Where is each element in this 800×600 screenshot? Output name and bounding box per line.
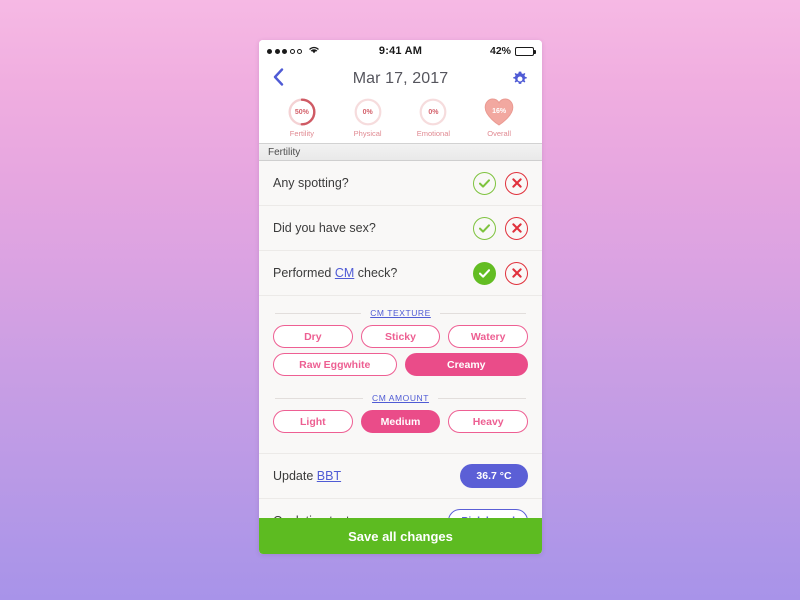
bbt-value-button[interactable]: 36.7 °C xyxy=(460,464,528,488)
value-row-bbt: Update BBT 36.7 °C xyxy=(259,453,542,498)
close-icon xyxy=(511,178,522,188)
cm-texture-option-dry[interactable]: Dry xyxy=(273,325,353,348)
cm-texture-option-raw-eggwhite[interactable]: Raw Eggwhite xyxy=(273,353,397,376)
answer-no-button[interactable] xyxy=(505,171,528,195)
question-label-suffix: check? xyxy=(354,266,398,280)
question-row-sex: Did you have sex? xyxy=(259,206,542,251)
stat-value: 0% xyxy=(362,108,373,116)
cm-texture-option-sticky[interactable]: Sticky xyxy=(360,325,441,348)
stat-emotional[interactable]: 0% Emotional xyxy=(405,97,461,138)
cm-amount-options-row: Light Medium Heavy xyxy=(259,410,542,438)
section-header: Fertility xyxy=(259,143,542,161)
bbt-label: Update BBT xyxy=(273,469,460,483)
navigation-bar: Mar 17, 2017 xyxy=(259,62,542,96)
bbt-label-prefix: Update xyxy=(273,469,317,483)
status-bar-right: 42% xyxy=(489,45,536,57)
cm-texture-label: CM TEXTURE xyxy=(370,308,431,318)
cm-amount-option-medium[interactable]: Medium xyxy=(360,410,441,433)
cm-texture-options-row-2: Raw Eggwhite Creamy xyxy=(259,353,542,381)
cm-amount-label: CM AMOUNT xyxy=(372,393,429,403)
back-button[interactable] xyxy=(273,68,284,90)
stat-fertility[interactable]: 50% Fertility xyxy=(274,97,330,138)
question-label: Any spotting? xyxy=(273,176,349,190)
phone-frame: 9:41 AM 42% Mar 17, 2017 50% Fertility 0… xyxy=(259,40,542,554)
question-row-spotting: Any spotting? xyxy=(259,161,542,206)
check-icon xyxy=(479,178,490,188)
question-label: Performed CM check? xyxy=(273,266,473,280)
question-actions xyxy=(473,261,528,285)
page-title: Mar 17, 2017 xyxy=(352,70,449,87)
answer-yes-button[interactable] xyxy=(473,216,496,240)
stat-value: 50% xyxy=(294,108,309,116)
stat-label: Overall xyxy=(487,128,511,138)
battery-percent-label: 42% xyxy=(489,45,511,57)
cm-amount-divider: CM AMOUNT xyxy=(259,381,542,410)
cm-texture-option-watery[interactable]: Watery xyxy=(448,325,529,348)
question-label-prefix: Performed xyxy=(273,266,335,280)
stat-value: 0% xyxy=(428,108,439,116)
question-row-cm-check: Performed CM check? xyxy=(259,251,542,296)
physical-ring: 0% xyxy=(353,97,383,127)
divider-line-right xyxy=(437,397,526,399)
stat-label: Fertility xyxy=(289,128,314,138)
status-bar: 9:41 AM 42% xyxy=(259,40,542,62)
answer-yes-button[interactable] xyxy=(473,261,496,285)
question-label: Did you have sex? xyxy=(273,221,376,235)
cm-amount-option-light[interactable]: Light xyxy=(273,410,353,433)
divider-line-left xyxy=(275,397,364,399)
answer-no-button[interactable] xyxy=(505,216,528,240)
save-all-changes-button[interactable]: Save all changes xyxy=(259,518,542,554)
scroll-content[interactable]: Any spotting? Did you have sex? Performe… xyxy=(259,161,542,554)
close-icon xyxy=(511,268,522,278)
settings-button[interactable] xyxy=(512,71,528,87)
answer-yes-button[interactable] xyxy=(473,171,496,195)
chevron-left-icon xyxy=(273,68,284,86)
check-icon xyxy=(479,223,490,233)
stat-label: Emotional xyxy=(416,128,451,138)
stat-physical[interactable]: 0% Physical xyxy=(340,97,396,138)
divider-line-right xyxy=(439,312,527,314)
question-actions xyxy=(473,171,528,195)
cm-texture-options-row-1: Dry Sticky Watery xyxy=(259,325,542,353)
answer-no-button[interactable] xyxy=(505,261,528,285)
close-icon xyxy=(511,223,522,233)
check-icon xyxy=(479,268,490,278)
stats-row: 50% Fertility 0% Physical 0% Emotional 1… xyxy=(259,96,542,143)
cm-texture-option-creamy[interactable]: Creamy xyxy=(404,353,528,376)
cm-texture-divider: CM TEXTURE xyxy=(259,296,542,325)
stat-value: 16% xyxy=(492,107,507,115)
divider-line-left xyxy=(275,312,362,314)
fertility-ring: 50% xyxy=(287,97,317,127)
stat-overall[interactable]: 16% Overall xyxy=(471,97,527,138)
question-actions xyxy=(473,216,528,240)
overall-heart: 16% xyxy=(483,97,515,127)
cm-amount-option-heavy[interactable]: Heavy xyxy=(448,410,529,433)
emotional-ring: 0% xyxy=(418,97,448,127)
stat-label: Physical xyxy=(353,128,382,138)
battery-icon xyxy=(515,46,536,56)
cm-link[interactable]: CM xyxy=(335,266,354,280)
bbt-link[interactable]: BBT xyxy=(317,469,341,483)
gear-icon xyxy=(513,71,527,84)
